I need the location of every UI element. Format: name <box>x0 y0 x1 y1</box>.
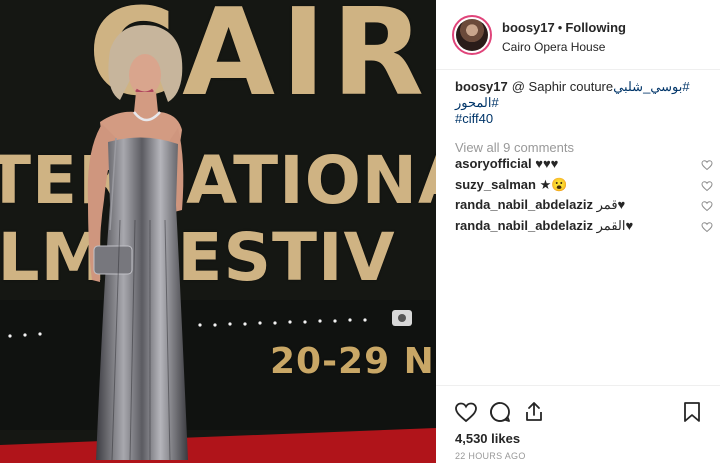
comment-row: randa_nabil_abdelaziz القمر♥ <box>455 217 713 239</box>
post-header: boosy17 • Following Cairo Opera House <box>436 0 720 70</box>
like-comment-heart-icon[interactable] <box>701 200 713 212</box>
caption-text: @ Saphir couture <box>511 79 614 94</box>
header-text: boosy17 • Following Cairo Opera House <box>502 19 626 54</box>
bookmark-icon[interactable] <box>680 400 704 424</box>
location-link[interactable]: Cairo Opera House <box>502 40 626 54</box>
comment-username[interactable]: suzy_salman <box>455 177 536 192</box>
heart-icon[interactable] <box>454 400 478 424</box>
like-comment-heart-icon[interactable] <box>701 180 713 192</box>
post-sidebar: boosy17 • Following Cairo Opera House boos… <box>436 0 720 463</box>
backdrop-dates: 20-29 NO <box>270 341 436 382</box>
caption: boosy17 @ Saphir couture#بوسي_شلبي #المحو… <box>455 79 705 127</box>
comment-username[interactable]: randa_nabil_abdelaziz <box>455 218 593 233</box>
comment-text: ♥♥♥ <box>535 156 559 171</box>
following-button[interactable]: Following <box>565 20 626 35</box>
username-link[interactable]: boosy17 <box>502 20 555 35</box>
comment-row: suzy_salman ★😮 <box>455 176 713 198</box>
comment-icon[interactable] <box>488 400 512 424</box>
like-comment-heart-icon[interactable] <box>701 221 713 233</box>
comment-username[interactable]: asoryofficial <box>455 156 532 171</box>
post-timestamp[interactable]: 22 HOURS AGO <box>455 451 526 461</box>
comments-section: boosy17 @ Saphir couture#بوسي_شلبي #المحو… <box>455 79 713 239</box>
woman-in-silver-gown <box>87 25 188 461</box>
avatar[interactable] <box>452 15 492 55</box>
comment-row: asoryofficial ♥♥♥ <box>455 156 713 177</box>
comment-text: قمر♥ <box>596 197 626 212</box>
likes-count[interactable]: 4,530 likes <box>455 431 520 446</box>
separator-dot: • <box>557 20 563 35</box>
comment-username[interactable]: randa_nabil_abdelaziz <box>455 197 593 212</box>
caption-hashtag-ciff40[interactable]: #ciff40 <box>455 111 493 126</box>
comment-text: القمر♥ <box>596 217 634 233</box>
view-all-comments-link[interactable]: View all 9 comments <box>455 140 705 156</box>
comment-row: randa_nabil_abdelaziz قمر♥ <box>455 197 713 218</box>
share-icon[interactable] <box>522 400 546 424</box>
post-photo[interactable]: CAIR TERNATIONAL ILM FESTIV 20-29 NO <box>0 0 436 463</box>
comment-text: ★😮 <box>539 176 568 192</box>
like-comment-heart-icon[interactable] <box>701 159 713 171</box>
caption-username[interactable]: boosy17 <box>455 79 508 94</box>
